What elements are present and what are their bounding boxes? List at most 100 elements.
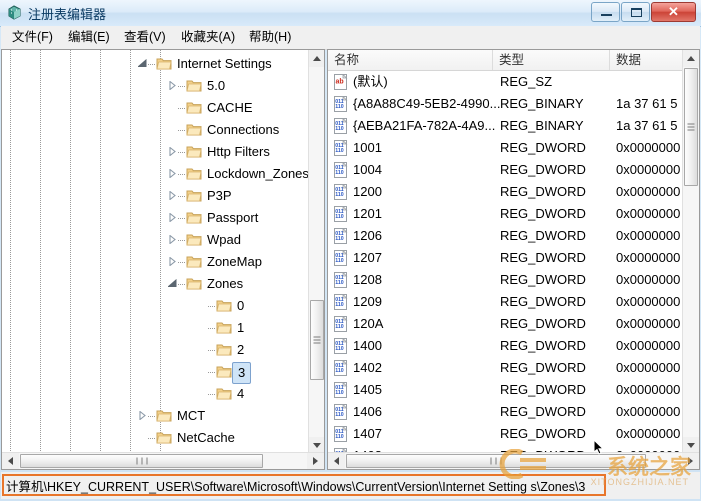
- value-data: 1a 37 61 5: [616, 118, 678, 133]
- list-scrollbar-thumb[interactable]: [684, 68, 698, 186]
- tree-item-netcache[interactable]: NetCache: [2, 427, 309, 449]
- list-hscrollbar-thumb[interactable]: [346, 454, 646, 468]
- tree-item-zones[interactable]: Zones: [2, 273, 309, 295]
- chevron-right-icon: [313, 457, 318, 465]
- tree-connector: [178, 130, 186, 131]
- registry-value-row[interactable]: 011 110 1209 REG_DWORD 0x0000000: [328, 291, 699, 313]
- tree-scrollbar-thumb[interactable]: [310, 300, 324, 380]
- registry-value-row[interactable]: 011 110 1201 REG_DWORD 0x0000000: [328, 203, 699, 225]
- registry-value-row[interactable]: 011 110 1004 REG_DWORD 0x0000000: [328, 159, 699, 181]
- tree-scroll-right-button[interactable]: [307, 453, 324, 469]
- list-scroll-up-button[interactable]: [683, 50, 699, 67]
- twisty-collapsed-icon[interactable]: [138, 411, 147, 420]
- value-name: 1200: [353, 184, 382, 199]
- list-vertical-scrollbar[interactable]: [682, 50, 699, 454]
- registry-value-row[interactable]: 011 110 1207 REG_DWORD 0x0000000: [328, 247, 699, 269]
- tree-item-1[interactable]: 1: [2, 317, 309, 339]
- tree-item-internet-settings[interactable]: Internet Settings: [2, 53, 309, 75]
- tree-item-label: Lockdown_Zones: [207, 166, 309, 181]
- binary-value-icon: 011110: [333, 359, 349, 376]
- tree-item-zonemap[interactable]: ZoneMap: [2, 251, 309, 273]
- menu-item-help[interactable]: 帮助(H): [244, 29, 296, 46]
- tree-item-4[interactable]: 4: [2, 383, 309, 405]
- tree-scroll-up-button[interactable]: [309, 50, 324, 67]
- registry-value-row[interactable]: ab (默认) REG_SZ: [328, 71, 699, 93]
- menu-item-favorites[interactable]: 收藏夹(A): [176, 29, 240, 46]
- tree-item-2[interactable]: 2: [2, 339, 309, 361]
- svg-text:110: 110: [335, 170, 343, 176]
- tree-item-wpad[interactable]: Wpad: [2, 229, 309, 251]
- tree-item-mct[interactable]: MCT: [2, 405, 309, 427]
- list-scroll-right-button[interactable]: [682, 453, 699, 469]
- twisty-collapsed-icon[interactable]: [168, 81, 177, 90]
- tree-item-0[interactable]: 0: [2, 295, 309, 317]
- tree-item-connections[interactable]: Connections: [2, 119, 309, 141]
- menu-item-view[interactable]: 查看(V): [119, 29, 171, 46]
- folder-icon: [216, 342, 232, 357]
- minimize-button[interactable]: [591, 2, 620, 22]
- tree-item-label: 5.0: [207, 78, 226, 93]
- close-button[interactable]: ✕: [651, 2, 696, 22]
- value-name: 1407: [353, 426, 382, 441]
- tree-connector: [178, 218, 186, 219]
- value-data: 0x0000000: [616, 184, 681, 199]
- chevron-up-icon: [687, 56, 695, 61]
- registry-value-row[interactable]: 011 110 1406 REG_DWORD 0x0000000: [328, 401, 699, 423]
- tree-item-3[interactable]: 3: [2, 361, 309, 384]
- registry-value-row[interactable]: 011 110 1206 REG_DWORD 0x0000000: [328, 225, 699, 247]
- value-name: 1004: [353, 162, 382, 177]
- tree-item-label: 1: [237, 320, 245, 335]
- twisty-collapsed-icon[interactable]: [168, 235, 177, 244]
- registry-value-row[interactable]: 011 110 1405 REG_DWORD 0x0000000: [328, 379, 699, 401]
- tree-item-http-filters[interactable]: Http Filters: [2, 141, 309, 163]
- tree-horizontal-scrollbar[interactable]: [2, 452, 324, 469]
- folder-icon: [186, 232, 202, 247]
- tree-item-label: Internet Settings: [177, 56, 272, 71]
- twisty-collapsed-icon[interactable]: [168, 169, 177, 178]
- twisty-expanded-icon[interactable]: [138, 59, 147, 68]
- tree-scroll-area[interactable]: Internet Settings 5.0 CACHE Connections Http…: [2, 50, 309, 454]
- list-horizontal-scrollbar[interactable]: [328, 452, 699, 469]
- registry-value-row[interactable]: 011 110 1407 REG_DWORD 0x0000000: [328, 423, 699, 445]
- folder-icon: [186, 276, 202, 291]
- registry-value-row[interactable]: 011 110 {A8A88C49-5EB2-4990... REG_BINARY 1a…: [328, 93, 699, 115]
- twisty-collapsed-icon[interactable]: [168, 191, 177, 200]
- column-header-name[interactable]: 名称: [328, 50, 493, 70]
- tree-scroll-left-button[interactable]: [2, 453, 19, 469]
- tree-item-cache[interactable]: CACHE: [2, 97, 309, 119]
- registry-editor-icon: [6, 4, 23, 21]
- tree-item-5-0[interactable]: 5.0: [2, 75, 309, 97]
- maximize-button[interactable]: [621, 2, 650, 22]
- twisty-collapsed-icon[interactable]: [168, 213, 177, 222]
- value-name: 1406: [353, 404, 382, 419]
- tree-item-p3p[interactable]: P3P: [2, 185, 309, 207]
- value-name: {A8A88C49-5EB2-4990...: [353, 96, 501, 111]
- binary-value-icon: 011110: [333, 117, 349, 134]
- svg-text:110: 110: [335, 324, 343, 330]
- menu-item-edit[interactable]: 编辑(E): [63, 29, 115, 46]
- folder-icon: [186, 78, 202, 93]
- registry-value-row[interactable]: 011 110 1400 REG_DWORD 0x0000000: [328, 335, 699, 357]
- registry-value-row[interactable]: 011 110 1200 REG_DWORD 0x0000000: [328, 181, 699, 203]
- menu-item-file[interactable]: 文件(F): [7, 29, 58, 46]
- tree-connector: [148, 438, 156, 439]
- tree-connector: [148, 64, 156, 65]
- tree-item-passport[interactable]: Passport: [2, 207, 309, 229]
- registry-value-row[interactable]: 011 110 120A REG_DWORD 0x0000000: [328, 313, 699, 335]
- registry-value-row[interactable]: 011 110 {AEBA21FA-782A-4A9... REG_BINARY 1a …: [328, 115, 699, 137]
- registry-value-row[interactable]: 011 110 1402 REG_DWORD 0x0000000: [328, 357, 699, 379]
- twisty-collapsed-icon[interactable]: [168, 147, 177, 156]
- registry-value-row[interactable]: 011 110 1001 REG_DWORD 0x0000000: [328, 137, 699, 159]
- value-data: 0x0000000: [616, 272, 681, 287]
- tree-item-lockdown-zones[interactable]: Lockdown_Zones: [2, 163, 309, 185]
- folder-icon: [216, 386, 232, 401]
- twisty-expanded-icon[interactable]: [168, 279, 177, 288]
- tree-hscrollbar-thumb[interactable]: [20, 454, 263, 468]
- twisty-collapsed-icon[interactable]: [168, 257, 177, 266]
- list-scroll-left-button[interactable]: [328, 453, 345, 469]
- registry-value-row[interactable]: 011 110 1208 REG_DWORD 0x0000000: [328, 269, 699, 291]
- svg-text:110: 110: [335, 258, 343, 264]
- tree-connector: [178, 108, 186, 109]
- column-header-type[interactable]: 类型: [493, 50, 610, 70]
- tree-vertical-scrollbar[interactable]: [308, 50, 324, 454]
